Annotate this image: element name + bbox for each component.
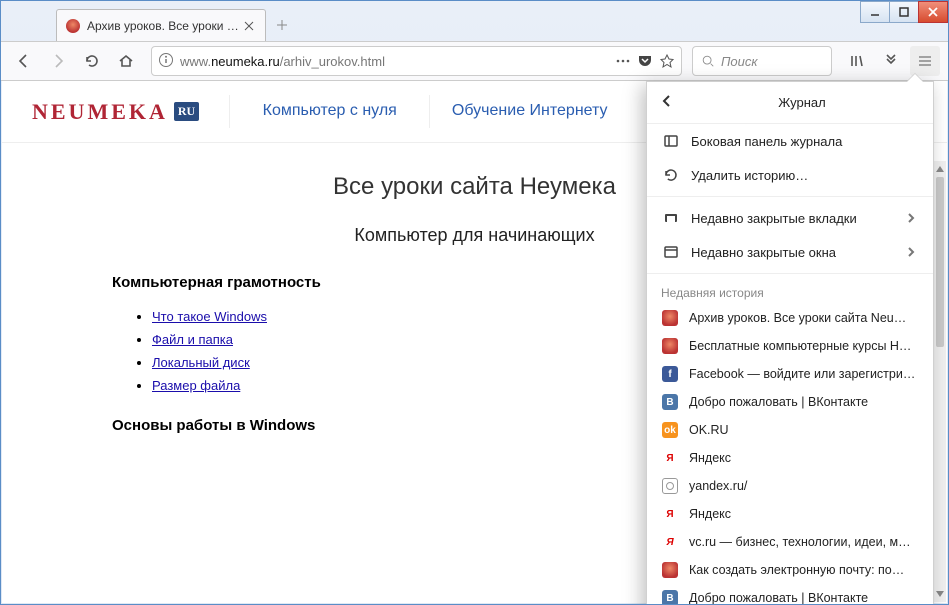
tab-title: Архив уроков. Все уроки сайт [87,19,241,33]
reload-button[interactable] [77,46,107,76]
new-tab-button[interactable] [266,9,298,41]
scrollbar-thumb[interactable] [936,177,944,347]
minimize-button[interactable] [860,1,890,23]
sidebar-icon [661,133,681,149]
content-link[interactable]: Файл и папка [152,332,233,347]
favicon: ok [661,422,679,438]
window-icon [661,244,681,260]
logo-badge: RU [174,102,199,121]
history-entry[interactable]: Яvc.ru — бизнес, технологии, идеи, м… [647,528,933,556]
site-logo[interactable]: NEUMEKA RU [2,99,229,125]
recently-closed-windows[interactable]: Недавно закрытые окна [647,235,933,269]
scroll-down-icon[interactable] [934,586,946,602]
panel-title: Журнал [683,95,921,110]
chevron-right-icon [905,212,919,224]
library-button[interactable] [842,46,872,76]
history-sidebar-item[interactable]: Боковая панель журнала [647,124,933,158]
favicon: B [661,394,679,410]
separator [647,273,933,274]
bookmark-star-icon[interactable] [659,53,675,69]
favicon: Я [661,450,679,466]
pocket-icon[interactable] [637,53,653,69]
forward-button[interactable] [43,46,73,76]
page-actions-icon[interactable] [615,53,631,69]
address-bar[interactable]: www.neumeka.ru/arhiv_urokov.html [151,46,682,76]
history-entry[interactable]: fFacebook — войдите или зарегистри… [647,360,933,388]
history-panel: Журнал Боковая панель журнала Удалить ис… [646,81,934,605]
panel-back-button[interactable] [659,93,683,112]
active-tab[interactable]: Архив уроков. Все уроки сайт [56,9,266,41]
tab-favicon [65,18,81,34]
separator [647,196,933,197]
url-text: www.neumeka.ru/arhiv_urokov.html [180,54,615,69]
close-window-button[interactable] [918,1,948,23]
scroll-up-icon[interactable] [934,161,946,177]
search-box[interactable]: Поиск [692,46,832,76]
tab-icon [661,210,681,226]
app-menu-button[interactable] [910,46,940,76]
history-entry[interactable]: Архив уроков. Все уроки сайта Neu… [647,304,933,332]
history-panel-header: Журнал [647,82,933,124]
clock-back-icon [661,167,681,183]
history-entry[interactable]: okOK.RU [647,416,933,444]
favicon [661,310,679,326]
window-controls [861,1,948,23]
nav-item-internet[interactable]: Обучение Интернету [429,95,629,128]
chevron-right-icon [905,246,919,258]
content-link[interactable]: Что такое Windows [152,309,267,324]
navigation-toolbar: www.neumeka.ru/arhiv_urokov.html Поиск [1,41,948,81]
home-button[interactable] [111,46,141,76]
favicon: B [661,590,679,605]
favicon [661,478,679,494]
history-entry[interactable]: Бесплатные компьютерные курсы Н… [647,332,933,360]
history-entry[interactable]: yandex.ru/ [647,472,933,500]
favicon [661,338,679,354]
back-button[interactable] [9,46,39,76]
favicon: f [661,366,679,382]
history-entry[interactable]: ЯЯндекс [647,500,933,528]
maximize-button[interactable] [889,1,919,23]
recent-history-header: Недавняя история [647,278,933,304]
overflow-button[interactable] [876,46,906,76]
history-entry[interactable]: Как создать электронную почту: по… [647,556,933,584]
browser-window: Архив уроков. Все уроки сайт www.neumeka… [0,0,949,605]
history-entry[interactable]: BДобро пожаловать | ВКонтакте [647,388,933,416]
clear-history-item[interactable]: Удалить историю… [647,158,933,192]
favicon: Я [661,534,679,550]
nav-item-computer[interactable]: Компьютер с нуля [229,95,429,128]
history-entry[interactable]: BДобро пожаловать | ВКонтакте [647,584,933,605]
tab-bar: Архив уроков. Все уроки сайт [1,1,948,41]
site-info-icon[interactable] [158,52,174,71]
tab-close-icon[interactable] [241,20,257,32]
favicon [661,562,679,578]
recently-closed-tabs[interactable]: Недавно закрытые вкладки [647,201,933,235]
content-link[interactable]: Размер файла [152,378,240,393]
content-link[interactable]: Локальный диск [152,355,250,370]
search-placeholder: Поиск [721,54,758,69]
history-entry[interactable]: ЯЯндекс [647,444,933,472]
vertical-scrollbar[interactable] [933,161,946,602]
favicon: Я [661,506,679,522]
